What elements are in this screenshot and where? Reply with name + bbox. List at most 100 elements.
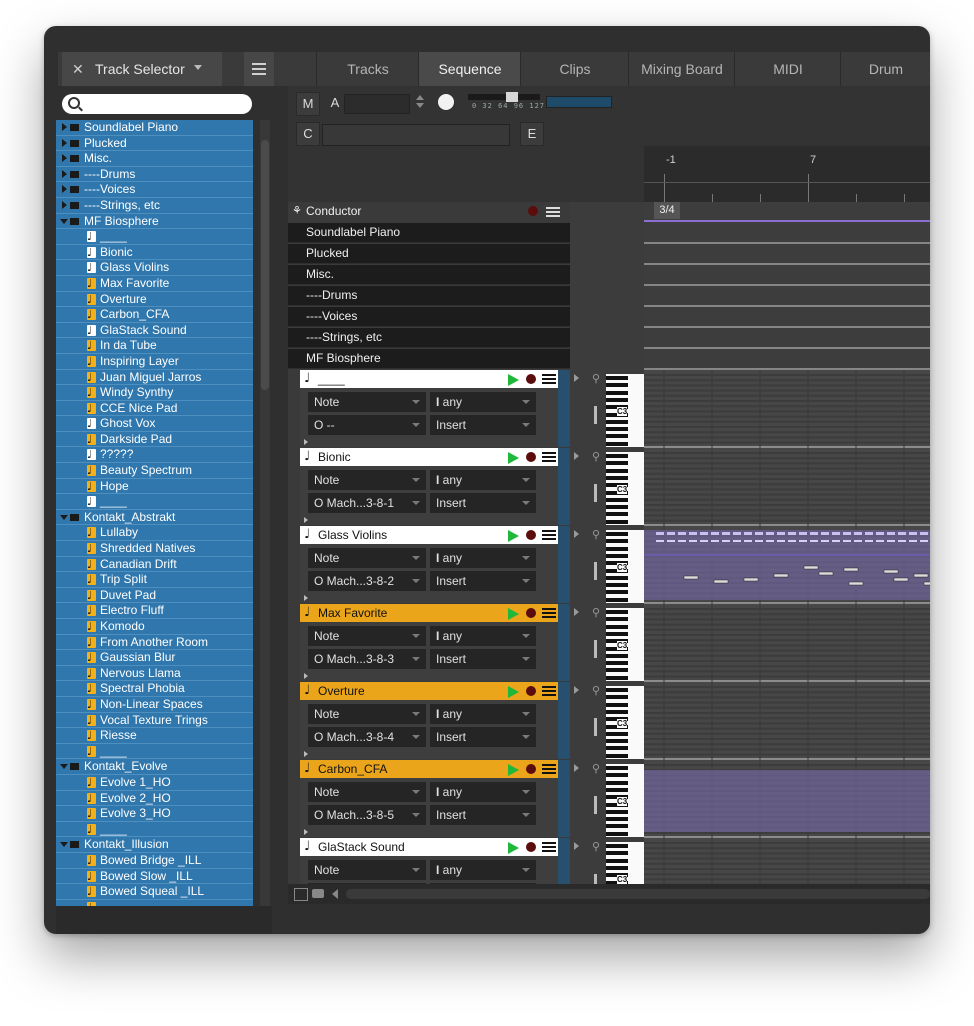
track-header[interactable]: ♩ Glass Violins xyxy=(300,526,570,544)
black-key[interactable] xyxy=(606,631,628,636)
piano-keys[interactable]: C3 xyxy=(606,608,644,681)
timeline-ruler[interactable]: -1 7 xyxy=(644,146,930,202)
channel-select[interactable]: I any xyxy=(430,704,536,724)
track-item[interactable]: ____ xyxy=(56,822,253,838)
track-item[interactable]: ____ xyxy=(56,229,253,245)
piano-keyboard[interactable]: ⚲ C3 xyxy=(570,760,644,837)
track-item[interactable]: Inspiring Layer xyxy=(56,354,253,370)
record-mode-select[interactable]: Insert xyxy=(430,415,536,435)
track-selector-tab[interactable]: ✕ Track Selector xyxy=(62,52,222,86)
folder-item[interactable]: Kontakt_Abstrakt xyxy=(56,510,253,526)
play-icon[interactable] xyxy=(508,686,519,698)
track-row[interactable]: ♩ ____ Note I any O -- Insert xyxy=(300,370,570,447)
folder-track-row[interactable]: ----Drums xyxy=(288,286,570,306)
expand-icon[interactable] xyxy=(304,751,308,757)
channel-select[interactable]: I any xyxy=(430,626,536,646)
track-item[interactable]: Nervous Llama xyxy=(56,666,253,682)
chevron-down-icon[interactable] xyxy=(60,514,68,520)
track-item[interactable]: Darkside Pad xyxy=(56,432,253,448)
expand-icon[interactable] xyxy=(574,686,579,694)
piano-keyboard[interactable]: ⚲ C3 xyxy=(570,370,644,447)
zoom-slider[interactable] xyxy=(594,796,597,814)
record-icon[interactable] xyxy=(528,206,538,216)
track-item[interactable]: Evolve 2_HO xyxy=(56,791,253,807)
track-item[interactable]: Beauty Spectrum xyxy=(56,463,253,479)
track-list-scrollbar[interactable] xyxy=(260,120,270,906)
track-item[interactable]: ____ xyxy=(56,744,253,760)
zoom-slider[interactable] xyxy=(594,484,597,502)
black-key[interactable] xyxy=(606,624,628,629)
output-port-select[interactable]: O -- xyxy=(308,415,426,435)
scrollbar-thumb[interactable] xyxy=(261,140,269,390)
expand-icon[interactable] xyxy=(304,595,308,601)
black-key[interactable] xyxy=(606,590,628,595)
black-key[interactable] xyxy=(606,668,628,673)
event-type-select[interactable]: Note xyxy=(308,548,426,568)
black-key[interactable] xyxy=(606,731,628,736)
black-key[interactable] xyxy=(606,661,628,666)
selector-menu-button[interactable] xyxy=(244,52,274,86)
track-menu-icon[interactable] xyxy=(542,452,556,462)
chevron-right-icon[interactable] xyxy=(62,138,67,147)
chevron-right-icon[interactable] xyxy=(62,123,67,131)
folder-track-row[interactable]: MF Biosphere xyxy=(288,349,570,369)
knob-icon[interactable] xyxy=(438,94,454,110)
tab-drum[interactable]: Drum xyxy=(840,52,930,86)
folder-track-row[interactable]: ----Strings, etc xyxy=(288,328,570,348)
record-icon[interactable] xyxy=(526,686,536,696)
event-type-select[interactable]: Note xyxy=(308,860,426,880)
piano-keys[interactable]: C3 xyxy=(606,842,644,884)
zoom-slider[interactable] xyxy=(594,562,597,580)
track-item[interactable]: GlaStack Sound xyxy=(56,323,253,339)
folder-item[interactable]: Misc. xyxy=(56,151,253,167)
black-key[interactable] xyxy=(606,454,628,458)
track-menu-icon[interactable] xyxy=(542,686,556,696)
stepper-down-icon[interactable] xyxy=(416,103,424,108)
black-key[interactable] xyxy=(606,780,628,785)
track-item[interactable]: Lullaby xyxy=(56,525,253,542)
expand-icon[interactable] xyxy=(304,673,308,679)
track-item[interactable]: Shredded Natives xyxy=(56,541,253,557)
output-port-select[interactable]: O Mach...3-8-1 xyxy=(308,493,426,513)
piano-keyboard[interactable]: ⚲ C3 xyxy=(570,682,644,759)
black-key[interactable] xyxy=(606,787,628,792)
black-key[interactable] xyxy=(606,739,628,744)
record-icon[interactable] xyxy=(526,764,536,774)
track-item[interactable]: Evolve 3_HO xyxy=(56,806,253,822)
black-key[interactable] xyxy=(606,553,628,558)
track-item[interactable]: Bowed Bridge _ILL xyxy=(56,853,253,869)
event-type-select[interactable]: Note xyxy=(308,782,426,802)
black-key[interactable] xyxy=(606,397,628,402)
black-key[interactable] xyxy=(606,461,628,466)
black-key[interactable] xyxy=(606,688,628,692)
expand-icon[interactable] xyxy=(574,764,579,772)
track-item[interactable]: Windy Synthy xyxy=(56,385,253,401)
c-field[interactable] xyxy=(322,124,510,146)
track-item[interactable]: Duvet Pad xyxy=(56,588,253,604)
zoom-icon[interactable]: ⚲ xyxy=(592,762,600,775)
chevron-down-icon[interactable] xyxy=(60,218,68,224)
track-menu-icon[interactable] xyxy=(542,374,556,384)
tab-clips[interactable]: Clips xyxy=(520,52,629,86)
piano-keyboard[interactable]: ⚲ C3 xyxy=(570,838,644,884)
track-menu-icon[interactable] xyxy=(542,530,556,540)
c-button[interactable]: C xyxy=(296,122,320,146)
zoom-slider[interactable] xyxy=(594,406,597,424)
record-icon[interactable] xyxy=(526,842,536,852)
piano-keys[interactable]: C3 xyxy=(606,374,644,447)
conductor-track[interactable]: ⚘ Conductor xyxy=(288,202,570,221)
piano-keyboard[interactable]: ⚲ C3 xyxy=(570,448,644,525)
channel-select[interactable]: I any xyxy=(430,782,536,802)
tab-mixing-board[interactable]: Mixing Board xyxy=(628,52,735,86)
event-type-select[interactable]: Note xyxy=(308,704,426,724)
horizontal-scrollbar[interactable] xyxy=(346,889,930,899)
zoom-slider[interactable] xyxy=(594,718,597,736)
folder-item[interactable]: ----Strings, etc xyxy=(56,198,253,214)
event-type-select[interactable]: Note xyxy=(308,470,426,490)
track-item[interactable]: Bionic xyxy=(56,245,253,261)
folder-item[interactable]: Soundlabel Piano xyxy=(56,120,253,136)
black-key[interactable] xyxy=(606,773,628,778)
expand-icon[interactable] xyxy=(304,439,308,445)
track-item[interactable]: ????? xyxy=(56,447,253,464)
track-item[interactable]: Non-Linear Spaces xyxy=(56,697,253,713)
